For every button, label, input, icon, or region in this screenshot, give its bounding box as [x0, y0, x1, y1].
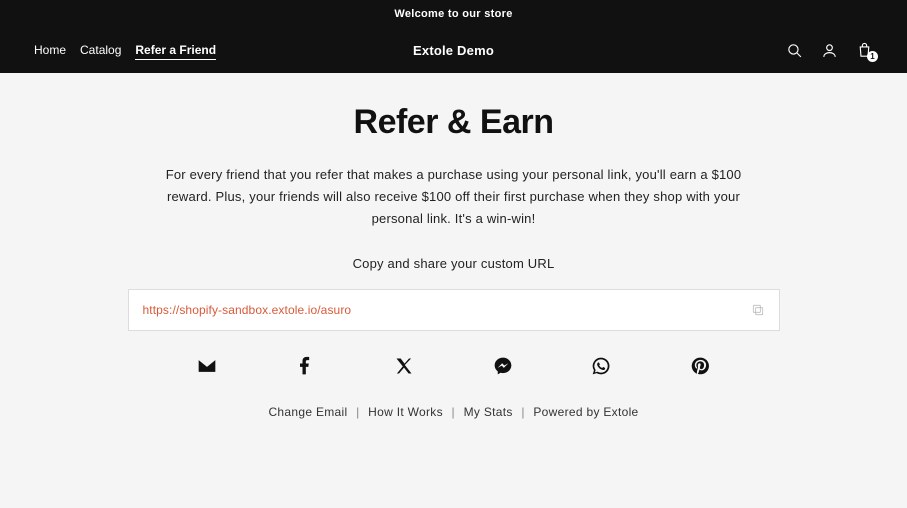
whatsapp-icon[interactable] [590, 355, 612, 377]
account-icon[interactable] [821, 42, 838, 59]
nav-home[interactable]: Home [34, 41, 66, 60]
referral-url-text: https://shopify-sandbox.extole.io/asuro [143, 303, 751, 317]
footer-powered-by[interactable]: Powered by Extole [533, 405, 638, 419]
search-icon[interactable] [786, 42, 803, 59]
cart-icon[interactable]: 1 [856, 42, 873, 59]
announcement-text: Welcome to our store [394, 8, 512, 20]
header: Home Catalog Refer a Friend Extole Demo … [0, 27, 907, 73]
nav-links: Home Catalog Refer a Friend [34, 41, 216, 60]
share-buttons-row [128, 355, 780, 377]
footer-change-email[interactable]: Change Email [268, 405, 347, 419]
footer-how-it-works[interactable]: How It Works [368, 405, 443, 419]
brand-title[interactable]: Extole Demo [413, 43, 494, 58]
footer-links: Change Email | How It Works | My Stats |… [0, 405, 907, 419]
url-label: Copy and share your custom URL [0, 256, 907, 271]
nav-catalog[interactable]: Catalog [80, 41, 121, 60]
separator: | [521, 405, 524, 419]
referral-url-box[interactable]: https://shopify-sandbox.extole.io/asuro [128, 289, 780, 331]
main-content: Refer & Earn For every friend that you r… [0, 73, 907, 419]
page-description: For every friend that you refer that mak… [159, 164, 749, 230]
separator: | [452, 405, 455, 419]
x-twitter-icon[interactable] [393, 355, 415, 377]
footer-my-stats[interactable]: My Stats [464, 405, 513, 419]
messenger-icon[interactable] [492, 355, 514, 377]
cart-badge: 1 [867, 51, 878, 62]
separator: | [356, 405, 359, 419]
email-icon[interactable] [196, 355, 218, 377]
header-icons: 1 [786, 42, 873, 59]
nav-refer-a-friend[interactable]: Refer a Friend [135, 41, 216, 60]
page-title: Refer & Earn [0, 103, 907, 142]
announcement-bar: Welcome to our store [0, 0, 907, 27]
facebook-icon[interactable] [294, 355, 316, 377]
pinterest-icon[interactable] [689, 355, 711, 377]
copy-icon[interactable] [751, 303, 765, 317]
